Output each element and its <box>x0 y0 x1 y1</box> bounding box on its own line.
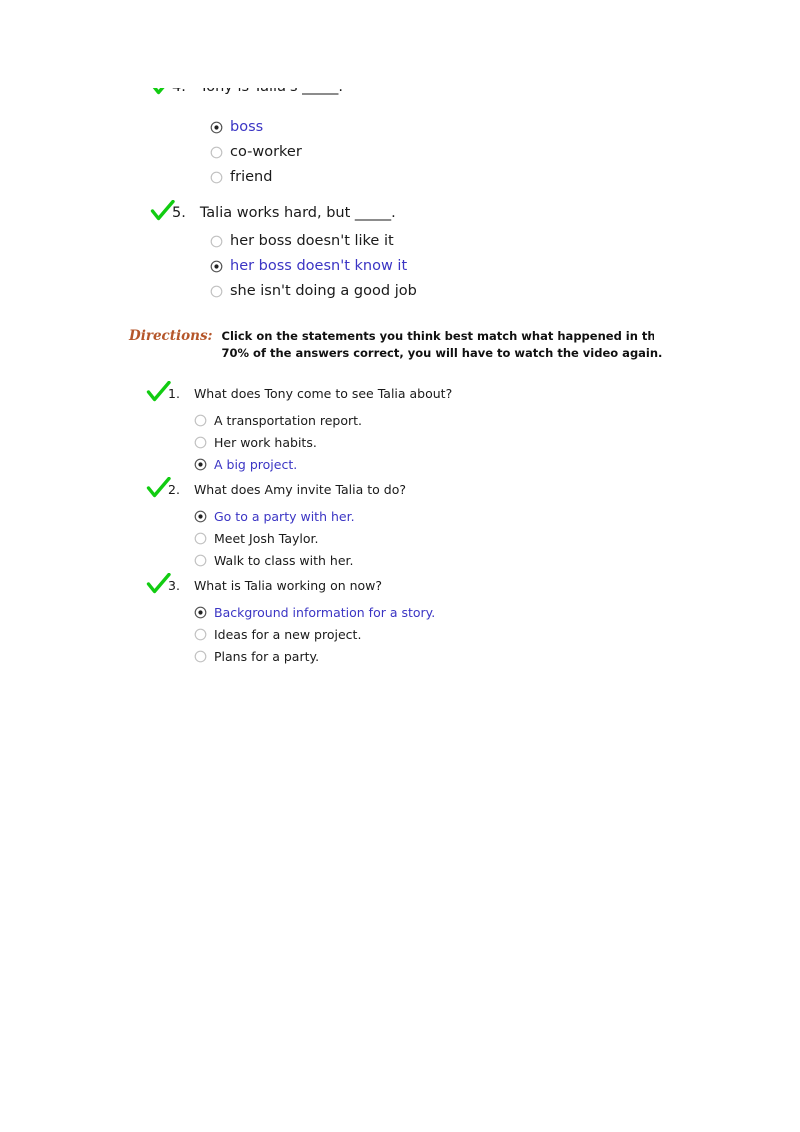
option-row[interactable]: Meet Josh Taylor. <box>194 530 406 547</box>
question-text: What is Talia working on now? <box>193 578 383 593</box>
option-label: Go to a party with her. <box>214 509 355 524</box>
question-options-group: A transportation report. Her work habits… <box>146 412 452 473</box>
option-label: Her work habits. <box>214 435 317 450</box>
option-label: her boss doesn't know it <box>230 258 408 274</box>
option-row[interactable]: her boss doesn't like it <box>210 232 417 250</box>
question-row: 2. What does Amy invite Talia to do? <box>146 477 406 500</box>
option-label: co-worker <box>230 144 302 160</box>
option-label: Background information for a story. <box>214 605 436 620</box>
checkmark-icon <box>146 477 171 498</box>
question-block: 1. What does Tony come to see Talia abou… <box>146 381 453 473</box>
radio-unselected-icon[interactable] <box>194 554 207 567</box>
checkmark-icon <box>146 381 171 402</box>
option-row[interactable]: Go to a party with her. <box>194 508 406 525</box>
radio-unselected-icon[interactable] <box>194 532 207 545</box>
question-block: 2. What does Amy invite Talia to do? Go … <box>146 477 406 569</box>
directions-line-2: 70% of the answers correct, you will hav… <box>221 346 663 360</box>
question-row: 3. What is Talia working on now? <box>146 573 435 596</box>
question-options-group: Background information for a story. Idea… <box>146 604 435 665</box>
question-text: What does Tony come to see Talia about? <box>193 386 453 401</box>
correct-check-slot <box>150 88 176 97</box>
option-row[interactable]: Walk to class with her. <box>194 552 406 569</box>
directions-line-1: Click on the statements you think best m… <box>221 329 654 343</box>
question-row: 4. Tony is Talia's _____. <box>150 88 800 97</box>
question-text: Tony is Talia's _____. <box>200 88 343 97</box>
option-label: Ideas for a new project. <box>214 627 362 642</box>
radio-unselected-icon[interactable] <box>210 285 223 298</box>
option-label: Walk to class with her. <box>214 553 354 568</box>
question-block: 5. Talia works hard, but _____. her boss… <box>150 200 417 300</box>
option-row[interactable]: Background information for a story. <box>194 604 435 621</box>
question-row: 1. What does Tony come to see Talia abou… <box>146 381 453 404</box>
correct-check-slot <box>146 573 172 596</box>
correct-check-slot <box>146 381 172 404</box>
directions-block: Directions: Click on the statements you … <box>129 328 729 362</box>
radio-unselected-icon[interactable] <box>194 650 207 663</box>
option-label: Meet Josh Taylor. <box>214 531 319 546</box>
question-row: 5. Talia works hard, but _____. <box>150 200 417 223</box>
clipped-question-header-window: 4. Tony is Talia's _____. <box>0 88 800 104</box>
radio-selected-icon[interactable] <box>194 458 207 471</box>
radio-unselected-icon[interactable] <box>210 146 223 159</box>
checkmark-icon <box>146 573 171 594</box>
radio-unselected-icon[interactable] <box>210 235 223 248</box>
radio-selected-icon[interactable] <box>194 606 207 619</box>
option-label: her boss doesn't like it <box>230 233 394 249</box>
option-label: A big project. <box>214 457 298 472</box>
radio-selected-icon[interactable] <box>210 121 223 134</box>
checkmark-icon <box>152 88 165 95</box>
question-options-group: Go to a party with her. Meet Josh Taylor… <box>146 508 406 569</box>
directions-label: Directions: <box>129 328 213 344</box>
option-row[interactable]: A transportation report. <box>194 412 452 429</box>
checkmark-icon <box>150 200 175 221</box>
directions-text: Click on the statements you think best m… <box>222 328 729 362</box>
question-block: 3. What is Talia working on now? Backgro… <box>146 573 435 665</box>
radio-selected-icon[interactable] <box>194 510 207 523</box>
quiz-page: 4. Tony is Talia's _____. boss co-worker… <box>0 0 800 1132</box>
radio-unselected-icon[interactable] <box>194 414 207 427</box>
option-label: friend <box>230 169 273 185</box>
option-row[interactable]: friend <box>210 168 302 186</box>
question-options-group: boss co-worker friend <box>150 118 302 186</box>
option-label: Plans for a party. <box>214 649 320 664</box>
radio-selected-icon[interactable] <box>210 260 223 273</box>
option-label: she isn't doing a good job <box>230 283 417 299</box>
option-label: A transportation report. <box>214 413 363 428</box>
option-row[interactable]: boss <box>210 118 302 136</box>
option-row[interactable]: she isn't doing a good job <box>210 282 417 300</box>
option-row[interactable]: Ideas for a new project. <box>194 626 435 643</box>
option-row[interactable]: Her work habits. <box>194 434 452 451</box>
correct-check-slot <box>150 200 176 223</box>
radio-unselected-icon[interactable] <box>194 628 207 641</box>
correct-check-slot <box>146 477 172 500</box>
option-row[interactable]: A big project. <box>194 456 452 473</box>
radio-unselected-icon[interactable] <box>194 436 207 449</box>
radio-unselected-icon[interactable] <box>210 171 223 184</box>
option-row[interactable]: Plans for a party. <box>194 648 435 665</box>
option-row[interactable]: co-worker <box>210 143 302 161</box>
question-text: What does Amy invite Talia to do? <box>193 482 406 497</box>
question-options-group: her boss doesn't like it her boss doesn'… <box>150 232 417 300</box>
option-row[interactable]: her boss doesn't know it <box>210 257 417 275</box>
question-text: Talia works hard, but _____. <box>199 205 396 221</box>
option-label: boss <box>230 119 264 135</box>
